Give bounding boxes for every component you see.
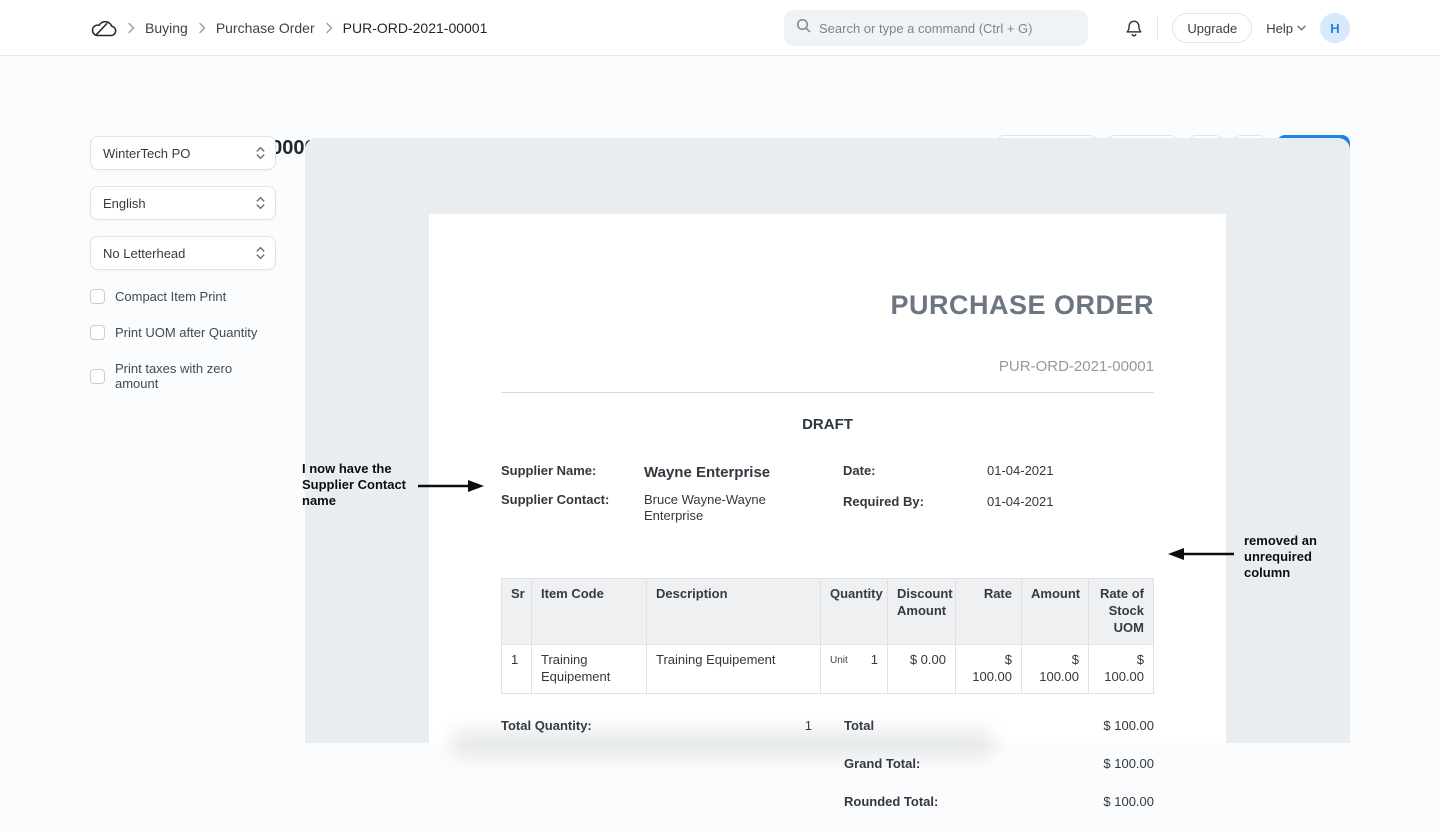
cell-rate-of-stock-uom: $ 100.00 bbox=[1089, 644, 1154, 693]
document-info: Supplier Name: Wayne Enterprise Supplier… bbox=[501, 463, 1154, 534]
print-format-value: WinterTech PO bbox=[103, 146, 190, 161]
breadcrumb-current-doc[interactable]: PUR-ORD-2021-00001 bbox=[343, 20, 488, 36]
divider bbox=[1157, 17, 1158, 39]
total-value: $ 100.00 bbox=[1103, 718, 1154, 733]
uom-label: Unit bbox=[830, 652, 848, 667]
print-preview-page: PURCHASE ORDER PUR-ORD-2021-00001 DRAFT … bbox=[429, 214, 1226, 743]
col-rate-of-stock-uom: Rate of Stock UOM bbox=[1089, 579, 1154, 645]
print-format-select[interactable]: WinterTech PO bbox=[90, 136, 276, 170]
print-preview-canvas: PURCHASE ORDER PUR-ORD-2021-00001 DRAFT … bbox=[305, 138, 1350, 743]
supplier-contact-value: Bruce Wayne-Wayne Enterprise bbox=[644, 492, 776, 526]
annotation-removed-column: removed an unrequired column bbox=[1244, 533, 1344, 581]
checkbox-label: Print taxes with zero amount bbox=[115, 361, 276, 391]
letterhead-value: No Letterhead bbox=[103, 246, 185, 261]
select-chevrons-icon bbox=[256, 146, 265, 160]
upgrade-button[interactable]: Upgrade bbox=[1172, 13, 1252, 43]
items-table: Sr Item Code Description Quantity Discou… bbox=[501, 578, 1154, 693]
language-select[interactable]: English bbox=[90, 186, 276, 220]
navbar: Buying Purchase Order PUR-ORD-2021-00001… bbox=[0, 0, 1440, 56]
annotation-arrow-left-icon bbox=[1168, 546, 1234, 562]
chevron-right-icon bbox=[198, 22, 206, 34]
select-chevrons-icon bbox=[256, 196, 265, 210]
col-discount-amount: Discount Amount bbox=[888, 579, 956, 645]
cell-item-code: Training Equipement bbox=[532, 644, 647, 693]
select-chevrons-icon bbox=[256, 246, 265, 260]
compact-item-print-checkbox[interactable]: Compact Item Print bbox=[90, 289, 276, 304]
required-by-value: 01-04-2021 bbox=[987, 494, 1153, 511]
grand-total-row: Grand Total: $ 100.00 bbox=[844, 756, 1154, 771]
divider bbox=[501, 392, 1154, 393]
chevron-down-icon bbox=[1297, 25, 1306, 31]
bottom-shadow bbox=[450, 729, 995, 757]
date-value: 01-04-2021 bbox=[987, 463, 1153, 480]
qty-value: 1 bbox=[871, 652, 878, 669]
help-label: Help bbox=[1266, 21, 1293, 36]
breadcrumb-buying[interactable]: Buying bbox=[145, 20, 188, 36]
checkbox-icon[interactable] bbox=[90, 369, 105, 384]
cell-amount: $ 100.00 bbox=[1022, 644, 1089, 693]
rounded-total-label: Rounded Total: bbox=[844, 794, 938, 809]
letterhead-select[interactable]: No Letterhead bbox=[90, 236, 276, 270]
grand-total-value: $ 100.00 bbox=[1103, 756, 1154, 771]
global-search[interactable] bbox=[784, 10, 1088, 46]
search-input[interactable] bbox=[819, 21, 1076, 36]
help-menu[interactable]: Help bbox=[1266, 21, 1306, 36]
print-uom-after-quantity-checkbox[interactable]: Print UOM after Quantity bbox=[90, 325, 276, 340]
breadcrumb: Buying Purchase Order PUR-ORD-2021-00001 bbox=[90, 0, 487, 56]
annotation-arrow-right-icon bbox=[418, 478, 484, 494]
required-by-label: Required By: bbox=[843, 494, 987, 511]
checkbox-icon[interactable] bbox=[90, 325, 105, 340]
table-row: 1 Training Equipement Training Equipemen… bbox=[502, 644, 1154, 693]
print-taxes-zero-amount-checkbox[interactable]: Print taxes with zero amount bbox=[90, 361, 276, 391]
frappe-cloud-logo-icon[interactable] bbox=[90, 18, 117, 39]
search-icon bbox=[796, 18, 811, 38]
date-label: Date: bbox=[843, 463, 987, 480]
document-number: PUR-ORD-2021-00001 bbox=[501, 358, 1154, 375]
notifications-bell-icon[interactable] bbox=[1125, 19, 1143, 38]
checkbox-label: Compact Item Print bbox=[115, 289, 226, 304]
annotation-supplier-contact: I now have the Supplier Contact name bbox=[302, 461, 410, 509]
cell-description: Training Equipement bbox=[647, 644, 821, 693]
grand-total-label: Grand Total: bbox=[844, 756, 920, 771]
rounded-total-row: Rounded Total: $ 100.00 bbox=[844, 794, 1154, 809]
col-sr: Sr bbox=[502, 579, 532, 645]
col-item-code: Item Code bbox=[532, 579, 647, 645]
document-heading: PURCHASE ORDER bbox=[501, 290, 1154, 321]
avatar[interactable]: H bbox=[1320, 13, 1350, 43]
checkbox-label: Print UOM after Quantity bbox=[115, 325, 257, 340]
page-toolbar: PUR-ORD-2021-00001 Full Page PDF ... bbox=[0, 56, 1440, 118]
cell-discount-amount: $ 0.00 bbox=[888, 644, 956, 693]
col-rate: Rate bbox=[956, 579, 1022, 645]
supplier-name-label: Supplier Name: bbox=[501, 463, 644, 483]
checkbox-icon[interactable] bbox=[90, 289, 105, 304]
supplier-name-value: Wayne Enterprise bbox=[644, 463, 820, 483]
print-settings-sidebar: WinterTech PO English No Letterhead Comp… bbox=[90, 136, 276, 391]
rounded-total-value: $ 100.00 bbox=[1103, 794, 1154, 809]
document-status: DRAFT bbox=[501, 416, 1154, 433]
cell-rate: $ 100.00 bbox=[956, 644, 1022, 693]
chevron-right-icon bbox=[127, 22, 135, 34]
cell-quantity: Unit 1 bbox=[821, 644, 888, 693]
col-amount: Amount bbox=[1022, 579, 1089, 645]
table-header-row: Sr Item Code Description Quantity Discou… bbox=[502, 579, 1154, 645]
chevron-right-icon bbox=[325, 22, 333, 34]
language-value: English bbox=[103, 196, 146, 211]
navbar-actions: Upgrade Help H bbox=[1125, 0, 1350, 56]
col-quantity: Quantity bbox=[821, 579, 888, 645]
col-description: Description bbox=[647, 579, 821, 645]
breadcrumb-purchase-order[interactable]: Purchase Order bbox=[216, 20, 315, 36]
supplier-contact-label: Supplier Contact: bbox=[501, 492, 644, 526]
cell-sr: 1 bbox=[502, 644, 532, 693]
